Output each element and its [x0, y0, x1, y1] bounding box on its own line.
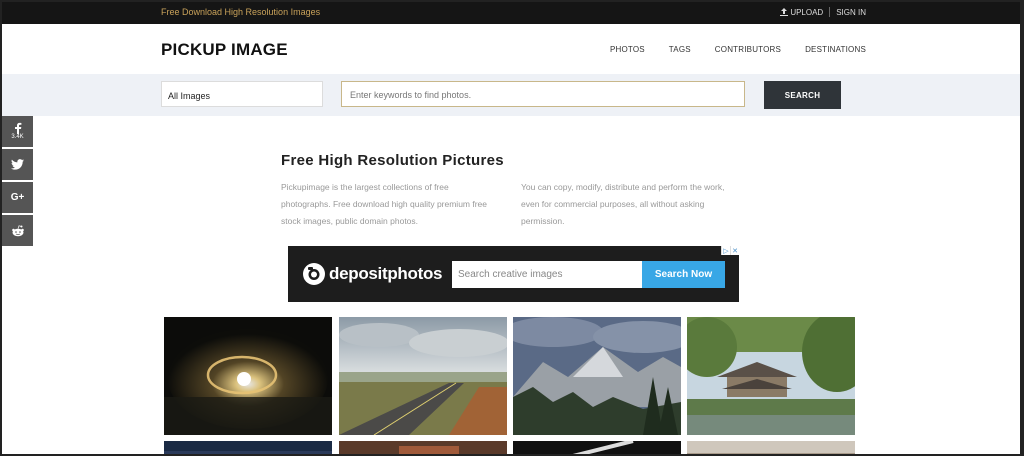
twitter-icon [11, 159, 24, 170]
site-header: PICKUP IMAGE PHOTOS TAGS CONTRIBUTORS DE… [2, 24, 1020, 74]
browser-page: Free Download High Resolution Images UPL… [2, 2, 1020, 454]
photo-thumbnail[interactable] [687, 441, 855, 454]
photo-thumbnail[interactable] [164, 441, 332, 454]
intro-title: Free High Resolution Pictures [281, 152, 504, 169]
camera-icon [303, 263, 325, 285]
photo-thumbnail[interactable] [513, 441, 681, 454]
upload-link[interactable]: UPLOAD [780, 8, 823, 17]
facebook-icon [14, 122, 21, 134]
google-plus-icon: G+ [10, 192, 25, 203]
ad-search-button[interactable]: Search Now [642, 261, 725, 288]
depositphotos-logo: depositphotos [302, 262, 443, 286]
nav-photos[interactable]: PHOTOS [610, 45, 645, 54]
upload-label: UPLOAD [790, 7, 824, 17]
site-logo[interactable]: PICKUP IMAGE [161, 40, 288, 60]
depositphotos-ad-banner[interactable]: ▷ ✕ depositphotos Search creative images… [288, 246, 739, 302]
photo-thumbnail[interactable] [513, 317, 681, 435]
nav-contributors[interactable]: CONTRIBUTORS [715, 45, 781, 54]
intro-columns: Pickupimage is the largest collections o… [281, 179, 741, 230]
twitter-share-button[interactable] [2, 149, 33, 180]
ad-search-input[interactable]: Search creative images [452, 261, 642, 288]
account-links: UPLOAD SIGN IN [780, 7, 866, 17]
top-bar: Free Download High Resolution Images UPL… [2, 2, 1020, 24]
ad-info-icon[interactable]: ▷ [721, 246, 730, 255]
google-plus-share-button[interactable]: G+ [2, 182, 33, 213]
nav-destinations[interactable]: DESTINATIONS [805, 45, 866, 54]
reddit-icon [11, 224, 24, 236]
promo-text: Free Download High Resolution Images [161, 7, 321, 17]
ad-close-icon[interactable]: ✕ [730, 246, 739, 255]
search-bar: All Images Enter keywords to find photos… [2, 74, 1020, 116]
facebook-share-button[interactable]: 3.4K [2, 116, 33, 147]
intro-text-left: Pickupimage is the largest collections o… [281, 182, 488, 226]
divider [829, 7, 831, 17]
intro-section: Free High Resolution Pictures Pickupimag… [281, 152, 741, 230]
sign-in-link[interactable]: SIGN IN [836, 8, 866, 17]
ad-choices[interactable]: ▷ ✕ [721, 246, 739, 255]
photo-thumbnail[interactable] [687, 317, 855, 435]
facebook-share-count: 3.4K [11, 134, 24, 140]
social-share-bar: 3.4K G+ [2, 116, 33, 248]
upload-icon [780, 8, 789, 16]
search-button[interactable]: SEARCH [764, 81, 841, 109]
photo-thumbnail[interactable] [339, 441, 507, 454]
photo-thumbnail[interactable] [339, 317, 507, 435]
reddit-share-button[interactable] [2, 215, 33, 246]
keyword-input[interactable]: Enter keywords to find photos. [341, 81, 745, 107]
intro-text-right: You can copy, modify, distribute and per… [521, 182, 725, 226]
photo-thumbnail[interactable] [164, 317, 332, 435]
nav-tags[interactable]: TAGS [669, 45, 691, 54]
ad-brand-name: depositphotos [329, 264, 443, 283]
main-nav: PHOTOS TAGS CONTRIBUTORS DESTINATIONS [586, 45, 866, 54]
category-select[interactable]: All Images [161, 81, 323, 107]
